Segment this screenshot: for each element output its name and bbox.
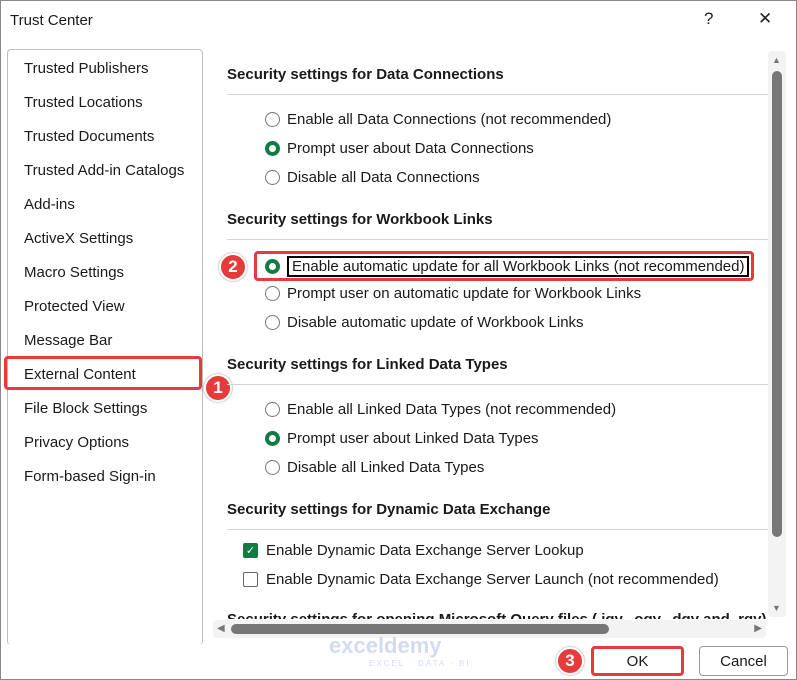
checkbox-dde-launch[interactable]: Enable Dynamic Data Exchange Server Laun… [243,571,719,588]
radio-prompt-linked-data-types[interactable]: Prompt user about Linked Data Types [265,430,539,447]
selected-item-highlight [4,356,202,390]
radio-enable-workbook-links[interactable]: Enable automatic update for all Workbook… [265,256,750,277]
radio-disable-workbook-links[interactable]: Disable automatic update of Workbook Lin… [265,314,584,331]
radio-prompt-workbook-links[interactable]: Prompt user on automatic update for Work… [265,285,641,302]
radio-disable-linked-data-types[interactable]: Disable all Linked Data Types [265,459,484,476]
dialog-title: Trust Center [10,12,93,29]
horizontal-scrollbar[interactable]: ◀ ▶ [213,620,766,638]
section-heading: Security settings for Workbook Links [227,211,493,228]
ok-button[interactable]: OK [591,646,684,676]
checkbox-dde-lookup[interactable]: ✓ Enable Dynamic Data Exchange Server Loo… [243,542,584,559]
step-badge-2: 2 [219,253,247,281]
section-heading: Security settings for Linked Data Types [227,356,508,373]
radio-disable-data-connections[interactable]: Disable all Data Connections [265,169,480,186]
scroll-thumb[interactable] [772,71,782,537]
radio-prompt-data-connections[interactable]: Prompt user about Data Connections [265,140,534,157]
section-heading: Security settings for opening Microsoft … [227,611,767,619]
watermark-logo: exceldemy EXCEL · DATA · BI [329,633,471,668]
sidebar-item-addins[interactable]: Add-ins [24,196,75,213]
section-heading: Security settings for Data Connections [227,66,504,83]
section-heading: Security settings for Dynamic Data Excha… [227,501,551,518]
close-button[interactable]: ✕ [758,9,772,29]
sidebar-item-file-block[interactable]: File Block Settings [24,400,147,417]
sidebar-item-activex[interactable]: ActiveX Settings [24,230,133,247]
scroll-right-icon[interactable]: ▶ [754,623,762,634]
radio-enable-data-connections[interactable]: Enable all Data Connections (not recomme… [265,111,611,128]
sidebar-item-privacy[interactable]: Privacy Options [24,434,129,451]
sidebar-item-protected-view[interactable]: Protected View [24,298,125,315]
scroll-down-icon[interactable]: ▼ [772,603,781,613]
sidebar-item-trusted-locations[interactable]: Trusted Locations [24,94,143,111]
sidebar-item-trusted-publishers[interactable]: Trusted Publishers [24,60,149,77]
vertical-scrollbar[interactable]: ▲ ▼ [768,51,786,617]
sidebar-item-message-bar[interactable]: Message Bar [24,332,112,349]
help-button[interactable]: ? [704,9,713,29]
scroll-up-icon[interactable]: ▲ [772,55,781,65]
step-badge-3: 3 [556,647,584,675]
sidebar-item-macro[interactable]: Macro Settings [24,264,124,281]
scroll-left-icon[interactable]: ◀ [217,623,225,634]
sidebar-item-trusted-documents[interactable]: Trusted Documents [24,128,154,145]
radio-enable-linked-data-types[interactable]: Enable all Linked Data Types (not recomm… [265,401,616,418]
cancel-button[interactable]: Cancel [699,646,788,676]
sidebar-item-form-signin[interactable]: Form-based Sign-in [24,468,156,485]
sidebar: Trusted Publishers Trusted Locations Tru… [7,49,203,645]
sidebar-item-trusted-addin-catalogs[interactable]: Trusted Add-in Catalogs [24,162,184,179]
settings-pane: Security settings for Data Connections E… [213,49,769,619]
